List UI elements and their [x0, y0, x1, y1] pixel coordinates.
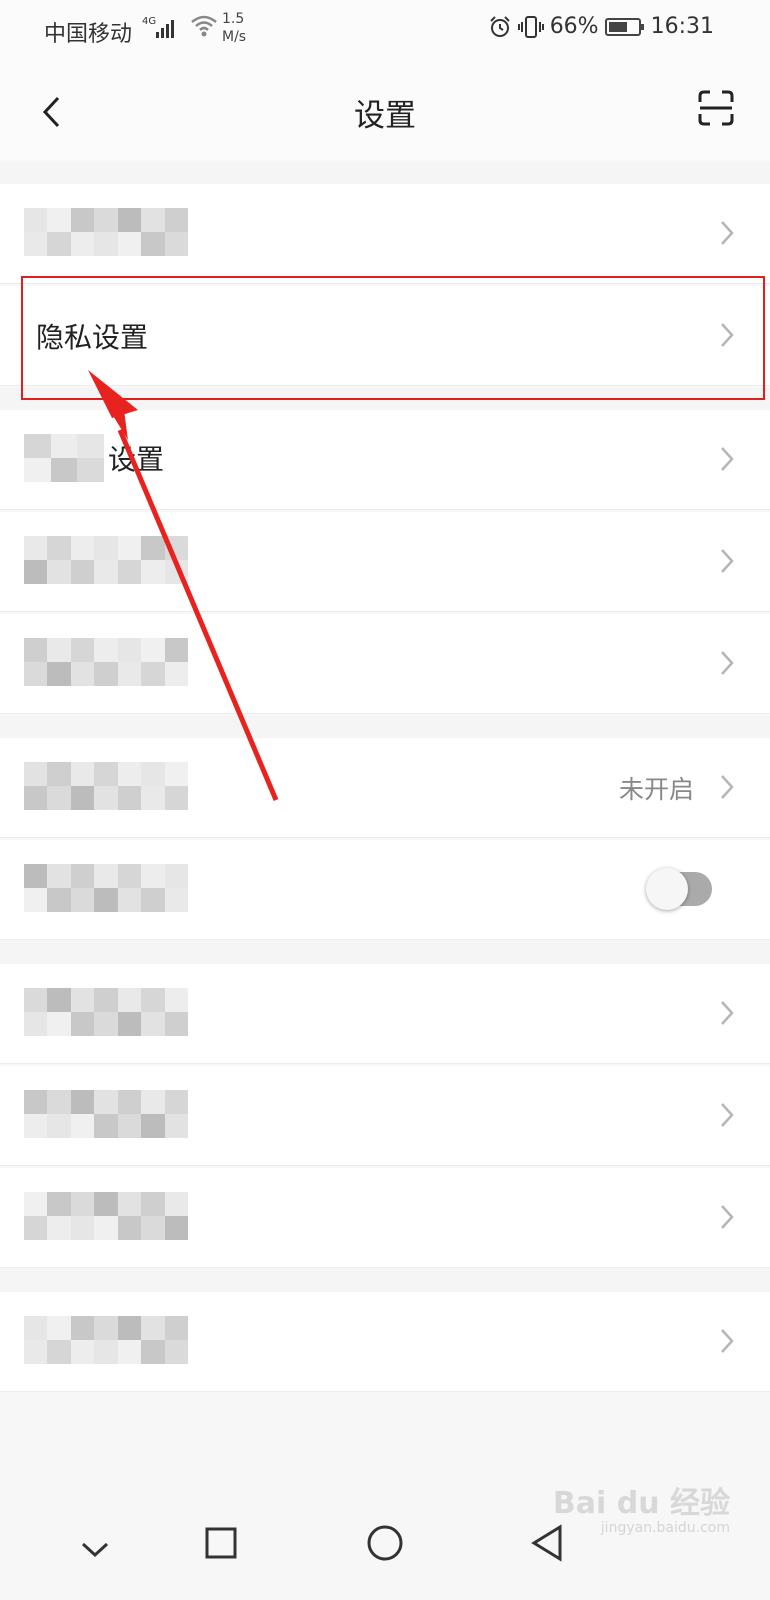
recents-square-icon[interactable]	[204, 1526, 238, 1560]
pixelated-label	[24, 1090, 188, 1138]
section-separator	[0, 1270, 770, 1292]
page-title: 设置	[354, 98, 416, 134]
battery-fill	[608, 21, 628, 32]
toggle-switch[interactable]	[646, 868, 712, 910]
settings-row[interactable]	[0, 184, 770, 284]
carrier-name: 中国移动	[44, 22, 133, 47]
battery-icon	[604, 17, 644, 36]
toggle-knob	[646, 868, 688, 910]
settings-row[interactable]: 设置	[0, 410, 770, 510]
settings-row-value: 未开启	[618, 775, 694, 804]
chevron-right-icon	[721, 549, 734, 573]
settings-row-privacy[interactable]: 隐私设置	[0, 286, 770, 386]
speed-value: 1.5	[222, 11, 245, 27]
chevron-right-icon	[721, 651, 734, 675]
settings-row[interactable]: 未开启	[0, 738, 770, 838]
pixelated-label	[24, 536, 188, 584]
settings-row[interactable]	[0, 840, 770, 940]
battery-percent: 66%	[549, 14, 599, 39]
chevron-right-icon	[721, 221, 734, 245]
settings-row[interactable]	[0, 512, 770, 612]
chevron-right-icon	[721, 323, 734, 347]
settings-row[interactable]	[0, 964, 770, 1064]
settings-row[interactable]	[0, 1168, 770, 1268]
back-triangle-icon[interactable]	[530, 1524, 564, 1562]
chevron-right-icon	[721, 447, 734, 471]
settings-row[interactable]	[0, 614, 770, 714]
alarm-icon	[489, 15, 510, 37]
pixelated-label	[24, 762, 188, 810]
section-separator	[0, 716, 770, 738]
chevron-right-icon	[721, 1001, 734, 1025]
network-type: 4G	[142, 16, 156, 27]
watermark-logo: Bai du 经验	[552, 1486, 730, 1521]
home-circle-icon[interactable]	[366, 1524, 404, 1562]
chevron-right-icon	[721, 775, 734, 799]
pixelated-label	[24, 988, 188, 1036]
chevron-right-icon	[721, 1205, 734, 1229]
chevron-right-icon	[721, 1329, 734, 1353]
watermark-url: jingyan.baidu.com	[600, 1520, 730, 1536]
network-speed: 1.5 M/s	[222, 10, 246, 46]
section-separator	[0, 942, 770, 964]
pixelated-label	[24, 208, 188, 256]
vibrate-icon	[517, 15, 544, 38]
pixelated-label	[24, 434, 104, 482]
pixelated-label	[24, 1316, 188, 1364]
pixelated-label	[24, 638, 188, 686]
pixelated-label	[24, 1192, 188, 1240]
settings-row[interactable]	[0, 1066, 770, 1166]
scan-icon[interactable]	[698, 90, 734, 126]
pixelated-label	[24, 864, 188, 912]
wifi-icon	[191, 15, 217, 37]
speed-unit: M/s	[222, 29, 247, 45]
app-header: 设置	[0, 60, 770, 160]
status-bar: 中国移动 4G 1.5 M/s 66% 16:31	[0, 0, 770, 60]
clock: 16:31	[650, 14, 714, 39]
section-separator	[0, 388, 770, 410]
status-right: 66% 16:31	[488, 14, 714, 39]
signal-icon: 4G	[142, 16, 174, 38]
collapse-chevron-icon[interactable]	[80, 1540, 110, 1560]
settings-row-label: 设置	[108, 443, 165, 476]
chevron-right-icon	[721, 1103, 734, 1127]
settings-row[interactable]	[0, 1292, 770, 1392]
settings-row-label: 隐私设置	[36, 321, 149, 354]
section-separator	[0, 162, 770, 184]
